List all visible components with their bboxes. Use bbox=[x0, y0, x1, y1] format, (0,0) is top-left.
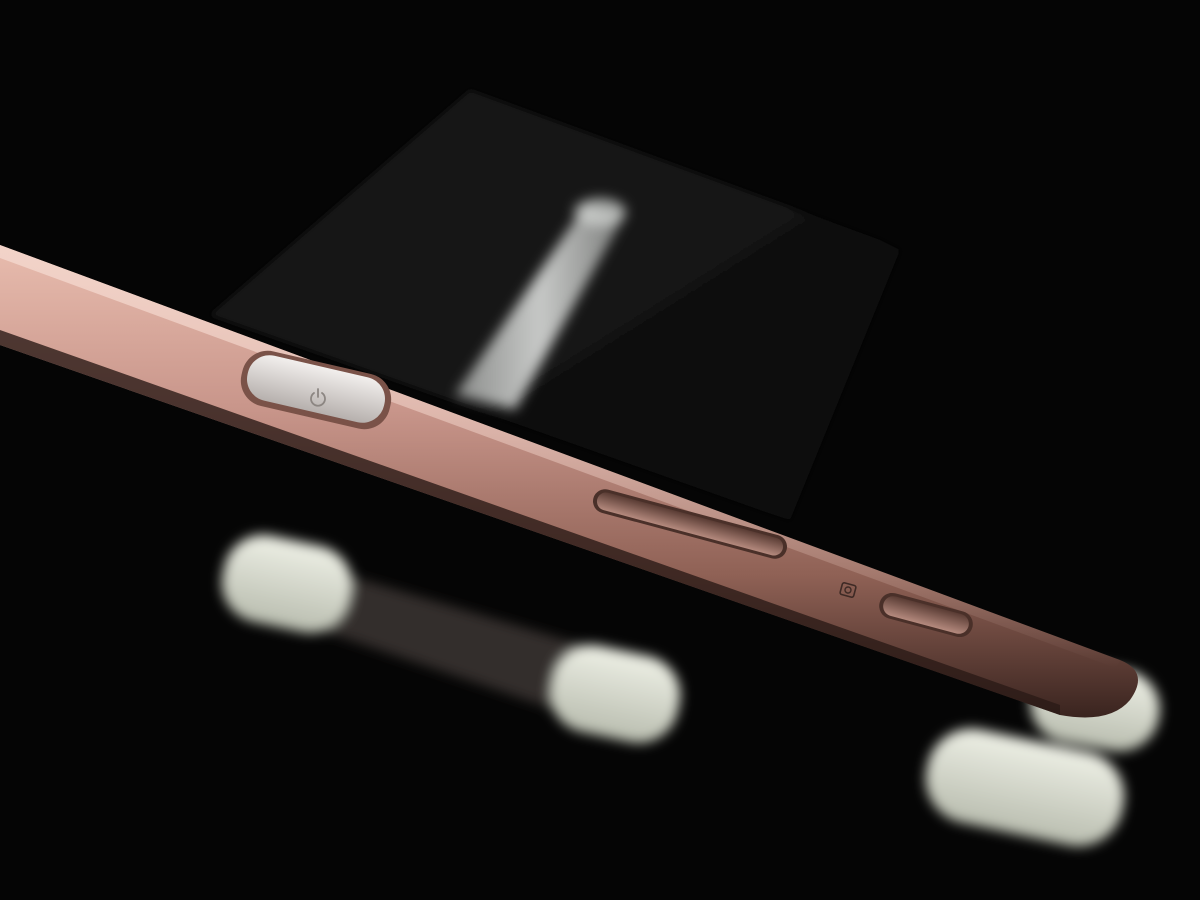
phone-photo bbox=[0, 0, 1200, 900]
